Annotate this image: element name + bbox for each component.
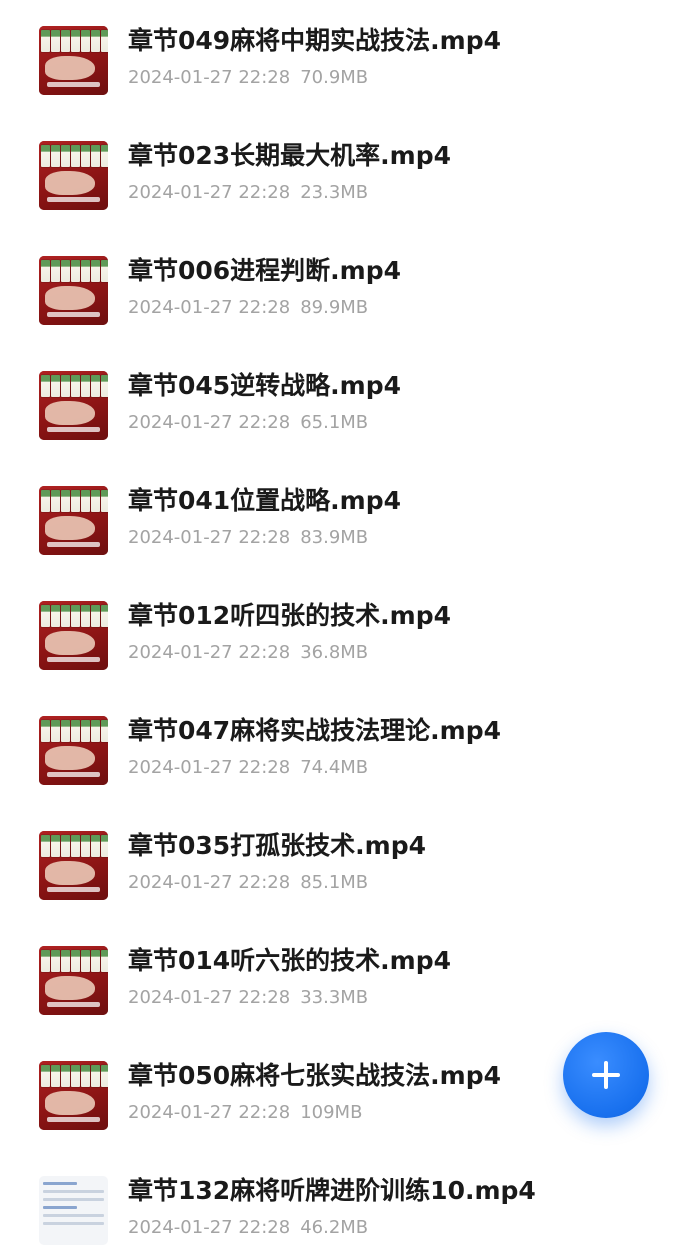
list-item[interactable]: 章节047麻将实战技法理论.mp4 2024-01-27 22:28 74.4MB — [0, 690, 690, 805]
video-thumbnail — [39, 601, 108, 670]
file-name: 章节023长期最大机率.mp4 — [128, 141, 452, 170]
file-size: 74.4MB — [300, 757, 369, 778]
add-button[interactable] — [563, 1032, 649, 1118]
file-meta: 2024-01-27 22:28 74.4MB — [128, 756, 368, 780]
list-item[interactable]: 章节132麻将听牌进阶训练10.mp4 2024-01-27 22:28 46.2… — [0, 1150, 690, 1253]
file-name: 章节047麻将实战技法理论.mp4 — [128, 716, 502, 745]
file-meta: 2024-01-27 22:28 109MB — [128, 1101, 362, 1125]
file-name: 章节050麻将七张实战技法.mp4 — [128, 1061, 502, 1090]
file-date: 2024-01-27 22:28 — [128, 412, 291, 433]
file-size: 89.9MB — [300, 297, 369, 318]
file-name: 章节014听六张的技术.mp4 — [128, 946, 452, 975]
file-meta: 2024-01-27 22:28 46.2MB — [128, 1216, 368, 1240]
file-size: 33.3MB — [300, 987, 369, 1008]
list-item[interactable]: 章节006进程判断.mp4 2024-01-27 22:28 89.9MB — [0, 230, 690, 345]
list-item[interactable]: 章节049麻将中期实战技法.mp4 2024-01-27 22:28 70.9MB — [0, 0, 690, 115]
list-item[interactable]: 章节035打孤张技术.mp4 2024-01-27 22:28 85.1MB — [0, 805, 690, 920]
video-thumbnail — [39, 946, 108, 1015]
file-date: 2024-01-27 22:28 — [128, 67, 291, 88]
file-date: 2024-01-27 22:28 — [128, 1102, 291, 1123]
file-size: 65.1MB — [300, 412, 369, 433]
file-size: 23.3MB — [300, 182, 369, 203]
document-thumbnail — [39, 1176, 108, 1245]
file-meta: 2024-01-27 22:28 89.9MB — [128, 296, 368, 320]
file-size: 70.9MB — [300, 67, 369, 88]
file-size: 109MB — [300, 1102, 363, 1123]
list-item[interactable]: 章节014听六张的技术.mp4 2024-01-27 22:28 33.3MB — [0, 920, 690, 1035]
file-meta: 2024-01-27 22:28 85.1MB — [128, 871, 368, 895]
file-date: 2024-01-27 22:28 — [128, 757, 291, 778]
video-thumbnail — [39, 716, 108, 785]
file-meta: 2024-01-27 22:28 83.9MB — [128, 526, 368, 550]
file-name: 章节035打孤张技术.mp4 — [128, 831, 427, 860]
file-meta: 2024-01-27 22:28 33.3MB — [128, 986, 368, 1010]
file-date: 2024-01-27 22:28 — [128, 527, 291, 548]
video-thumbnail — [39, 1061, 108, 1130]
file-meta: 2024-01-27 22:28 36.8MB — [128, 641, 368, 665]
file-date: 2024-01-27 22:28 — [128, 1217, 291, 1238]
list-item[interactable]: 章节023长期最大机率.mp4 2024-01-27 22:28 23.3MB — [0, 115, 690, 230]
file-name: 章节041位置战略.mp4 — [128, 486, 402, 515]
file-meta: 2024-01-27 22:28 65.1MB — [128, 411, 368, 435]
file-date: 2024-01-27 22:28 — [128, 987, 291, 1008]
file-name: 章节045逆转战略.mp4 — [128, 371, 402, 400]
video-thumbnail — [39, 141, 108, 210]
file-date: 2024-01-27 22:28 — [128, 872, 291, 893]
video-thumbnail — [39, 26, 108, 95]
file-meta: 2024-01-27 22:28 70.9MB — [128, 66, 368, 90]
file-meta: 2024-01-27 22:28 23.3MB — [128, 181, 368, 205]
file-date: 2024-01-27 22:28 — [128, 297, 291, 318]
file-list-screen: 章节049麻将中期实战技法.mp4 2024-01-27 22:28 70.9MB… — [0, 0, 690, 1253]
file-name: 章节049麻将中期实战技法.mp4 — [128, 26, 502, 55]
file-size: 46.2MB — [300, 1217, 369, 1238]
list-item[interactable]: 章节012听四张的技术.mp4 2024-01-27 22:28 36.8MB — [0, 575, 690, 690]
file-size: 36.8MB — [300, 642, 369, 663]
file-name: 章节012听四张的技术.mp4 — [128, 601, 452, 630]
video-thumbnail — [39, 371, 108, 440]
file-name: 章节132麻将听牌进阶训练10.mp4 — [128, 1176, 536, 1205]
video-thumbnail — [39, 256, 108, 325]
file-size: 85.1MB — [300, 872, 369, 893]
video-thumbnail — [39, 831, 108, 900]
list-item[interactable]: 章节045逆转战略.mp4 2024-01-27 22:28 65.1MB — [0, 345, 690, 460]
file-date: 2024-01-27 22:28 — [128, 642, 291, 663]
plus-icon — [592, 1061, 620, 1089]
list-item[interactable]: 章节041位置战略.mp4 2024-01-27 22:28 83.9MB — [0, 460, 690, 575]
file-date: 2024-01-27 22:28 — [128, 182, 291, 203]
file-name: 章节006进程判断.mp4 — [128, 256, 402, 285]
file-size: 83.9MB — [300, 527, 369, 548]
video-thumbnail — [39, 486, 108, 555]
